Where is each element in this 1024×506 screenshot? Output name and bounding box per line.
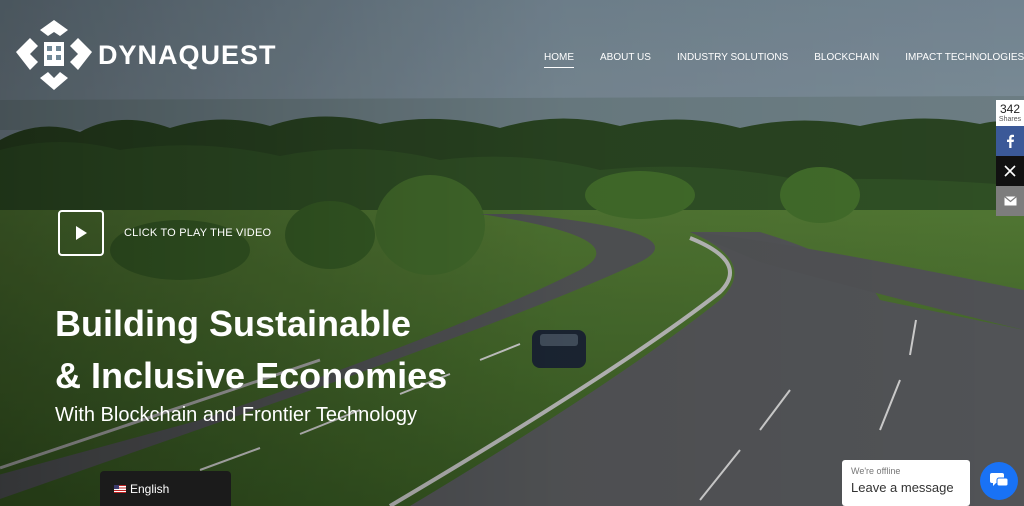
play-video-label[interactable]: CLICK TO PLAY THE VIDEO bbox=[124, 227, 271, 239]
share-sidebar: 342 Shares bbox=[996, 100, 1024, 216]
hero-headline-line-2: & Inclusive Economies bbox=[55, 355, 448, 396]
x-icon bbox=[1004, 165, 1016, 177]
share-count-label: Shares bbox=[998, 116, 1022, 123]
nav-item-blockchain[interactable]: BLOCKCHAIN bbox=[814, 52, 879, 68]
language-label: English bbox=[130, 481, 170, 496]
hero-headline: Building Sustainable & Inclusive Economi… bbox=[55, 298, 447, 402]
facebook-icon bbox=[1007, 134, 1014, 148]
facebook-share-button[interactable] bbox=[996, 126, 1024, 156]
chat-icon bbox=[990, 473, 1009, 487]
site-logo[interactable]: DYNAQUEST bbox=[16, 20, 277, 90]
nav-item-about-us[interactable]: ABOUT US bbox=[600, 52, 651, 68]
hero-subtitle: With Blockchain and Frontier Technology bbox=[55, 404, 418, 426]
play-video-button[interactable] bbox=[58, 210, 104, 256]
main-nav: HOME ABOUT US INDUSTRY SOLUTIONS BLOCKCH… bbox=[544, 52, 1024, 68]
x-share-button[interactable] bbox=[996, 156, 1024, 186]
nav-item-industry-solutions[interactable]: INDUSTRY SOLUTIONS bbox=[677, 52, 788, 68]
nav-item-home[interactable]: HOME bbox=[544, 52, 574, 68]
play-icon bbox=[76, 226, 87, 240]
share-counter: 342 Shares bbox=[996, 100, 1024, 126]
chat-message: Leave a message bbox=[851, 480, 954, 495]
logo-mark-icon bbox=[16, 20, 92, 90]
chat-status: We're offline bbox=[851, 466, 901, 476]
mail-icon bbox=[1003, 196, 1017, 206]
share-count: 342 bbox=[999, 102, 1021, 116]
us-flag-icon bbox=[114, 484, 126, 493]
chat-offline-bubble[interactable]: We're offline Leave a message bbox=[842, 460, 970, 506]
nav-item-impact-technologies[interactable]: IMPACT TECHNOLOGIES bbox=[905, 52, 1024, 68]
chat-launcher-button[interactable] bbox=[980, 462, 1018, 500]
hero-headline-line-1: Building Sustainable bbox=[55, 303, 412, 344]
language-selector[interactable]: English bbox=[100, 471, 231, 506]
brand-name: DYNAQUEST bbox=[98, 39, 277, 70]
email-share-button[interactable] bbox=[996, 186, 1024, 216]
